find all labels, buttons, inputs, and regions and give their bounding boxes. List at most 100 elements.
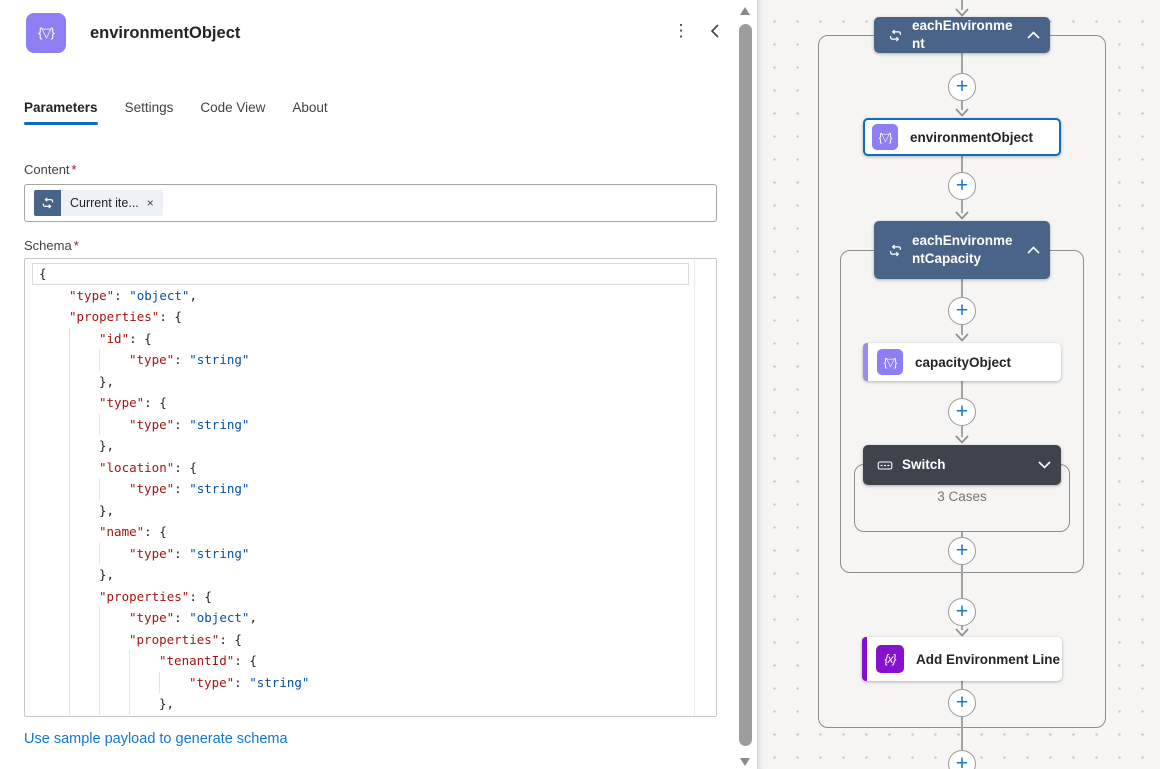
node-each-environment[interactable]: eachEnvironment <box>874 17 1050 53</box>
scrollbar-up-arrow[interactable] <box>740 7 750 15</box>
code-line: }, <box>39 435 716 457</box>
connector-accent-bar <box>863 343 868 381</box>
node-label: eachEnvironmentCapacity <box>912 232 1018 268</box>
code-line: "tenantId": { <box>39 650 716 672</box>
tab-settings[interactable]: Settings <box>125 100 174 125</box>
remove-token-button[interactable]: × <box>147 196 154 210</box>
code-line: "type": "object", <box>39 607 716 629</box>
scrollbar-down-arrow[interactable] <box>740 758 750 766</box>
connector-line <box>961 279 963 297</box>
switch-cases-count: 3 Cases <box>854 489 1070 504</box>
connector-line <box>961 565 963 598</box>
node-label: environmentObject <box>910 130 1033 145</box>
node-switch[interactable]: Switch <box>863 445 1061 485</box>
more-options-button[interactable]: ⋮ <box>668 18 694 44</box>
code-line: "properties": { <box>39 629 716 651</box>
schema-code-lines: {"type": "object","properties": {"id": {… <box>39 263 716 715</box>
variables-icon: {x} <box>876 645 904 673</box>
node-capacity-object[interactable]: {▽} capacityObject <box>863 343 1061 381</box>
code-line: }, <box>39 564 716 586</box>
connector-line <box>961 681 963 689</box>
connector-line <box>961 156 963 172</box>
code-line: "location": { <box>39 457 716 479</box>
panel-title: environmentObject <box>90 13 240 53</box>
collapse-panel-button[interactable] <box>702 18 728 44</box>
schema-code-editor[interactable]: {"type": "object","properties": {"id": {… <box>24 258 717 717</box>
connector-line <box>961 53 963 73</box>
content-input[interactable]: Current ite... × <box>24 184 717 222</box>
connector-line <box>961 717 963 750</box>
insert-step-button[interactable]: + <box>948 537 976 565</box>
code-line: "type": "string" <box>39 478 716 500</box>
insert-step-button[interactable]: + <box>948 398 976 426</box>
code-line: "type": { <box>39 392 716 414</box>
panel-scrollbar[interactable] <box>734 0 757 769</box>
arrow-down-icon <box>955 211 969 220</box>
schema-field-label: Schema* <box>24 238 79 253</box>
code-line: "type": "string" <box>39 672 716 694</box>
chevron-left-icon <box>710 23 720 39</box>
required-asterisk: * <box>72 162 77 177</box>
insert-step-button[interactable]: + <box>948 750 976 769</box>
insert-step-button[interactable]: + <box>948 689 976 717</box>
code-line: "type": "object", <box>39 285 716 307</box>
code-line: "type": "string" <box>39 543 716 565</box>
insert-step-button[interactable]: + <box>948 73 976 101</box>
insert-step-button[interactable]: + <box>948 172 976 200</box>
node-label: capacityObject <box>915 355 1011 370</box>
arrow-down-icon <box>955 8 969 17</box>
arrow-down-icon <box>955 333 969 342</box>
chevron-up-icon <box>1027 246 1040 254</box>
loop-icon <box>34 190 61 216</box>
node-add-environment-line[interactable]: {x} Add Environment Line <box>862 637 1062 681</box>
expand-node-button[interactable] <box>1038 461 1051 469</box>
parse-json-icon: {▽} <box>872 124 898 150</box>
parse-json-icon: {▽} <box>26 13 66 53</box>
code-line: "properties": { <box>39 586 716 608</box>
node-label: Switch <box>902 456 1029 474</box>
code-line: "id": { <box>39 328 716 350</box>
chevron-up-icon <box>1027 31 1040 39</box>
current-item-token[interactable]: Current ite... × <box>34 190 163 216</box>
scrollbar-thumb[interactable] <box>739 24 752 746</box>
node-each-environment-capacity[interactable]: eachEnvironmentCapacity <box>874 221 1050 279</box>
required-asterisk: * <box>74 238 79 253</box>
arrow-down-icon <box>955 435 969 444</box>
action-details-panel: {▽} environmentObject ⋮ Parameters Setti… <box>0 0 757 769</box>
insert-step-button[interactable]: + <box>948 598 976 626</box>
code-line: { <box>32 263 689 285</box>
code-line: "properties": { <box>39 306 716 328</box>
tab-parameters[interactable]: Parameters <box>24 100 98 125</box>
connector-accent-bar <box>862 637 867 681</box>
flow-canvas[interactable]: eachEnvironment + + + + + + + + {▽} envi… <box>757 0 1160 769</box>
tab-code-view[interactable]: Code View <box>200 100 265 125</box>
token-text: Current ite... <box>70 196 139 210</box>
app-root: {▽} environmentObject ⋮ Parameters Setti… <box>0 0 1160 769</box>
code-line: }, <box>39 500 716 522</box>
code-line: "type": "string" <box>39 414 716 436</box>
node-label: Add Environment Line <box>916 652 1060 667</box>
loop-icon <box>888 243 903 258</box>
code-line: }, <box>39 371 716 393</box>
connector-line <box>961 381 963 398</box>
chevron-down-icon <box>1038 461 1051 469</box>
use-sample-payload-link[interactable]: Use sample payload to generate schema <box>24 731 288 747</box>
insert-step-button[interactable]: + <box>948 297 976 325</box>
token-body: Current ite... × <box>61 190 163 216</box>
switch-icon <box>877 458 893 473</box>
arrow-down-icon <box>955 108 969 117</box>
panel-header: {▽} environmentObject ⋮ <box>0 0 757 66</box>
code-line: "type": "string" <box>39 349 716 371</box>
parse-json-icon: {▽} <box>877 349 903 375</box>
collapse-node-button[interactable] <box>1027 246 1040 254</box>
code-line: "name": { <box>39 521 716 543</box>
node-label: eachEnvironment <box>912 17 1018 53</box>
collapse-node-button[interactable] <box>1027 31 1040 39</box>
node-environment-object[interactable]: {▽} environmentObject <box>863 118 1061 156</box>
arrow-down-icon <box>955 628 969 637</box>
loop-icon <box>888 28 903 43</box>
content-field-label: Content* <box>24 162 77 177</box>
tab-about[interactable]: About <box>292 100 327 125</box>
editor-scrollbar-gutter <box>694 259 695 716</box>
panel-tabs: Parameters Settings Code View About <box>24 100 328 125</box>
